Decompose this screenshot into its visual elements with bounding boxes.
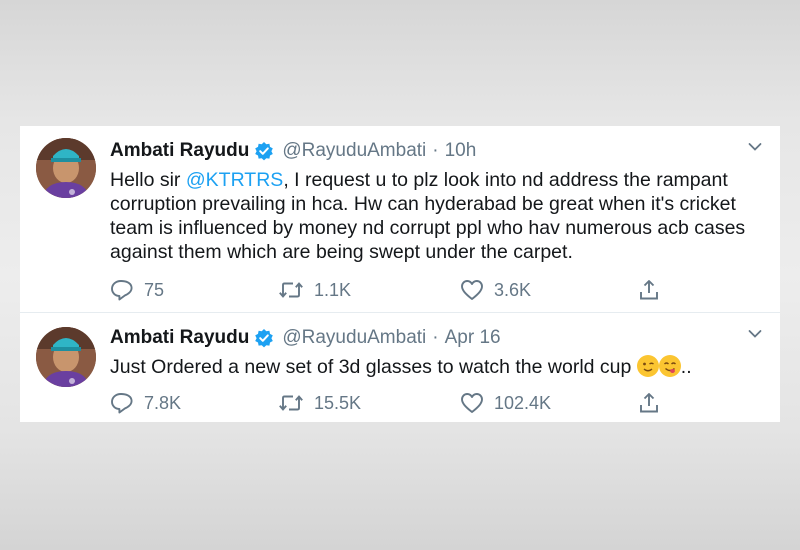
reply-button[interactable]: 7.8K [110,391,181,415]
chevron-down-icon[interactable] [748,142,762,152]
separator-dot: · [432,140,439,161]
avatar[interactable] [36,327,96,387]
share-button[interactable] [638,391,670,415]
retweet-count: 15.5K [314,392,362,413]
timestamp[interactable]: 10h [445,140,477,162]
retweet-button[interactable]: 1.1K [278,278,351,302]
winking-face-emoji [636,355,659,377]
tweet-text-start: Hello sir [110,169,186,191]
user-handle[interactable]: @RayuduAmbati [282,327,426,349]
display-name[interactable]: Ambati Rayudu [110,140,249,162]
verified-badge-icon [254,141,274,161]
reply-icon [111,393,133,414]
retweet-icon [279,282,303,298]
retweet-icon [279,395,303,411]
retweet-count: 1.1K [314,279,352,300]
face-savoring-food-emoji [658,355,681,377]
reply-count: 7.8K [144,392,182,413]
chevron-down-icon[interactable] [748,329,762,339]
avatar[interactable] [36,138,96,198]
tweet-text-tail: .. [680,356,692,378]
like-button[interactable]: 3.6K [460,278,531,302]
action-bar: 75 1.1K 3.6K [110,278,690,302]
tweet-text: Just Ordered a new set of 3d glasses to … [110,355,760,379]
action-bar: 7.8K 15.5K 102.4K [110,391,690,415]
timestamp[interactable]: Apr 16 [445,327,501,349]
tweet-text-main: Just Ordered a new set of 3d glasses to … [110,356,637,378]
like-count: 3.6K [494,279,532,300]
tweet-header: Ambati Rayudu @RayuduAmbati · Apr 16 [110,327,501,349]
like-button[interactable]: 102.4K [460,391,551,415]
reply-button[interactable]: 75 [110,278,164,302]
mention-link[interactable]: @KTRTRS [186,169,283,191]
user-handle[interactable]: @RayuduAmbati [282,140,426,162]
share-button[interactable] [638,278,670,302]
tweet[interactable]: Ambati Rayudu @RayuduAmbati · 10h Hello … [20,126,780,313]
heart-icon [461,280,483,300]
share-icon [640,280,658,300]
share-icon [640,393,658,413]
tweet-text: Hello sir @KTRTRS, I request u to plz lo… [110,168,760,264]
reply-icon [111,280,133,301]
retweet-button[interactable]: 15.5K [278,391,361,415]
separator-dot: · [432,327,439,348]
tweet[interactable]: Ambati Rayudu @RayuduAmbati · Apr 16 Jus… [20,313,780,422]
display-name[interactable]: Ambati Rayudu [110,327,249,349]
like-count: 102.4K [494,392,552,413]
tweet-header: Ambati Rayudu @RayuduAmbati · 10h [110,140,476,162]
tweet-card: Ambati Rayudu @RayuduAmbati · 10h Hello … [20,126,780,422]
verified-badge-icon [254,328,274,348]
heart-icon [461,393,483,413]
reply-count: 75 [144,279,165,300]
